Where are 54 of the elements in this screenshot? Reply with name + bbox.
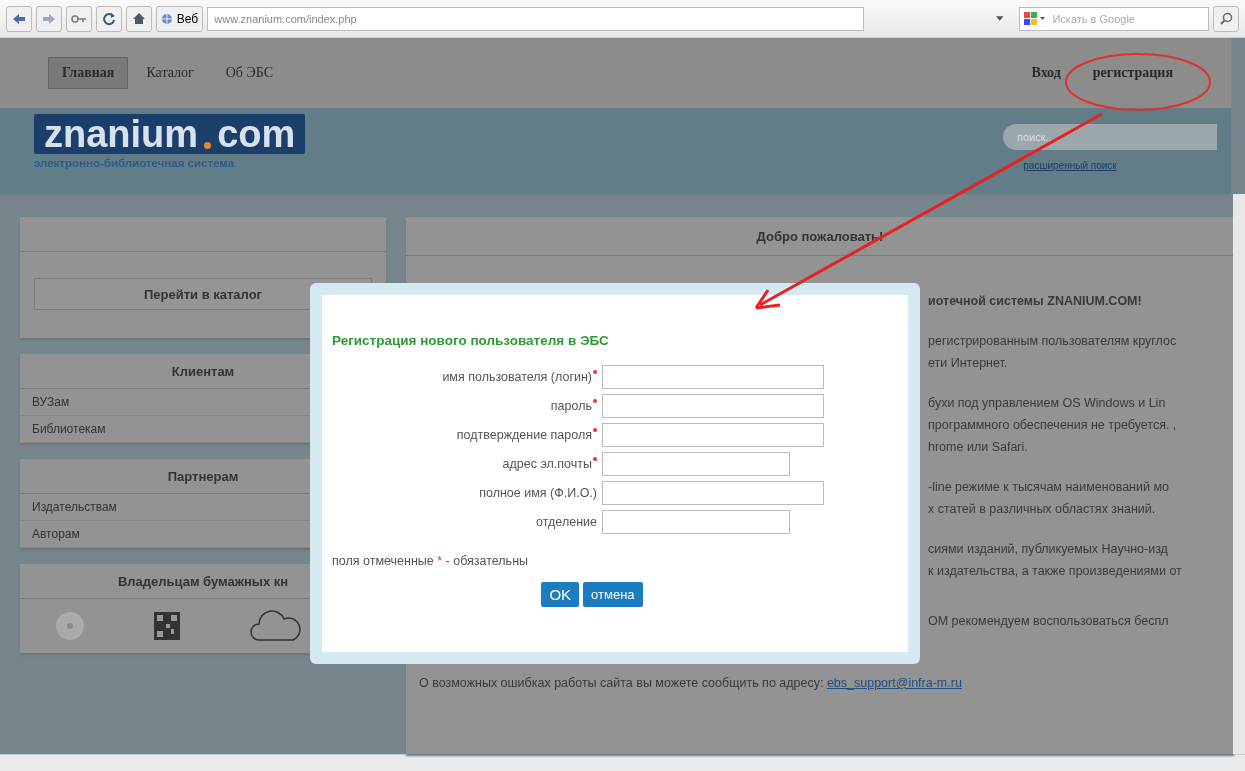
ok-button[interactable]: OK: [541, 582, 580, 607]
search-field[interactable]: Искать в Google: [1019, 6, 1209, 31]
body-text: бухи под управлением OS Windows и Lin: [928, 395, 1167, 412]
forward-button[interactable]: [36, 5, 62, 32]
key-button[interactable]: [66, 5, 92, 32]
back-arrow-icon: [12, 12, 26, 25]
input-field[interactable]: [602, 423, 824, 447]
body-text: иотечной системы ZNANIUM.COM!: [928, 293, 1143, 310]
key-icon: [71, 13, 87, 24]
advanced-search-link[interactable]: расширенный поиск: [1023, 160, 1117, 171]
nav-link[interactable]: регистрация: [1078, 57, 1187, 89]
refresh-icon: [102, 11, 116, 26]
body-text: сиями изданий, публикуемых Научно-изд: [928, 541, 1169, 558]
qr-code-icon[interactable]: [154, 612, 180, 640]
body-text: регистрированным пользователям круглос: [928, 333, 1178, 350]
dropdown-caret-icon[interactable]: [995, 16, 1004, 21]
nav-tab[interactable]: Главная: [48, 57, 129, 89]
nav-link[interactable]: Вход: [1017, 57, 1075, 89]
home-button[interactable]: [126, 5, 152, 32]
email-link[interactable]: ebs_support@infra-m.ru: [826, 676, 962, 690]
input-field[interactable]: [602, 365, 824, 389]
field-label: отделение: [535, 515, 597, 529]
cancel-button[interactable]: отмена: [583, 582, 643, 607]
dialog-title: Регистрация нового пользователя в ЭБС: [332, 333, 610, 348]
logo[interactable]: znanium com: [34, 114, 306, 154]
back-button[interactable]: [6, 5, 32, 32]
home-icon: [132, 12, 146, 25]
field-label: полное имя (Ф.И.О.): [478, 486, 597, 500]
vertical-scrollbar[interactable]: [1233, 194, 1245, 754]
horizontal-scrollbar[interactable]: [0, 754, 1245, 771]
body-text: х статей в различных областях знаний.: [928, 501, 1157, 518]
body-text: ети Интернет.: [928, 355, 1009, 372]
nav-tab[interactable]: Об ЭБС: [211, 57, 287, 89]
input-field[interactable]: [602, 481, 824, 505]
web-button[interactable]: Веб: [156, 5, 204, 32]
input-field[interactable]: [602, 394, 824, 418]
body-text: -line режиме к тысячам наименований мо: [928, 479, 1170, 496]
globe-icon: [161, 11, 173, 26]
input-field[interactable]: [602, 452, 790, 476]
body-text: ОМ рекомендуем воспользоваться беспл: [928, 613, 1170, 630]
body-text: к издательства, а также произведениями от: [928, 563, 1183, 580]
nav-tab[interactable]: Каталог: [132, 57, 208, 89]
contact-text: О возможных ошибках работы сайта вы можете сообщить по адресу: ebs_support@infra-m.ru: [419, 676, 963, 690]
search-button[interactable]: [1213, 5, 1239, 32]
search-engine-icon: [1024, 11, 1047, 26]
address-bar[interactable]: www.znanium.com/index.php: [207, 6, 864, 31]
forward-arrow-icon: [42, 12, 56, 25]
panel-heading: Добро пожаловать!: [406, 217, 1234, 256]
cloud-icon[interactable]: [249, 610, 302, 642]
input-field[interactable]: [602, 510, 790, 534]
body-text: программного обеспечения не требуется. ,: [928, 417, 1178, 434]
body-text: hrome или Safari.: [928, 439, 1029, 456]
refresh-button[interactable]: [96, 5, 122, 32]
search-icon: [1219, 12, 1233, 25]
